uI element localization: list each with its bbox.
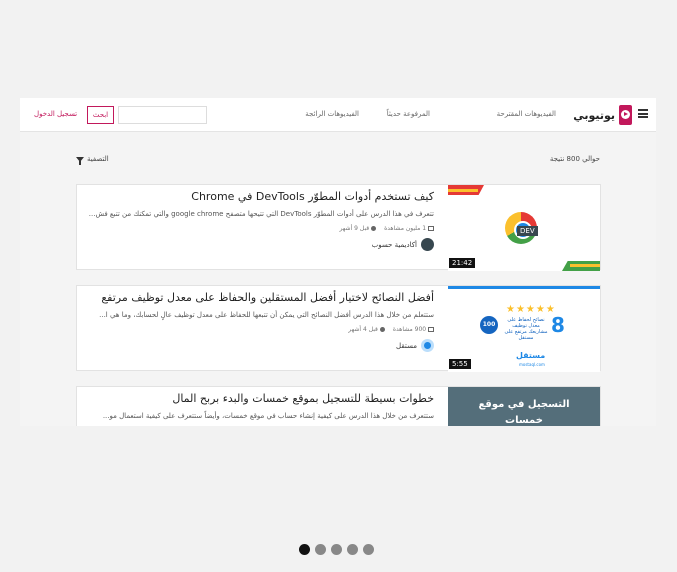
- pager-dot[interactable]: [363, 544, 374, 555]
- nav-trending-videos[interactable]: الفيديوهات الرائجة: [305, 110, 359, 118]
- mostaql-logo: مستقل: [516, 351, 546, 360]
- video-title[interactable]: كيف تستخدم أدوات المطوّر DevTools في Chr…: [83, 189, 434, 205]
- video-info: أفضل النصائح لاختيار أفضل المستقلين والح…: [83, 290, 434, 352]
- video-result-card[interactable]: ★★★★★ 100 نصائح لحفاظ على معدل توظيف مشا…: [76, 285, 601, 372]
- channel-link[interactable]: مستقل: [83, 339, 434, 352]
- hamburger-menu-icon[interactable]: [638, 109, 648, 118]
- pager-dot[interactable]: [347, 544, 358, 555]
- play-logo-icon: [619, 105, 632, 125]
- logo-text: يوتيوبي: [573, 108, 615, 122]
- mostaql-domain: mostaql.com: [519, 362, 545, 367]
- view-count: 1 مليون مشاهدة: [384, 225, 427, 232]
- nav-suggested-videos[interactable]: الفيديوهات المقترحة: [497, 110, 556, 118]
- video-title[interactable]: خطوات بسيطة للتسجيل بموقع خمسات والبدء ب…: [83, 391, 434, 407]
- video-result-card[interactable]: التسجيل في موقع خمسات خطوات بسيطة للتسجي…: [76, 386, 601, 426]
- thumb-stripe: [570, 264, 600, 267]
- video-result-card[interactable]: DEV 21:42 كيف تستخدم أدوات المطوّر DevTo…: [76, 184, 601, 271]
- thumb-caption: التسجيل في موقع: [478, 399, 570, 410]
- site-logo[interactable]: يوتيوبي: [573, 105, 632, 125]
- rating-stars-icon: ★★★★★: [506, 304, 556, 315]
- filter-toggle[interactable]: التصفية: [76, 155, 109, 165]
- view-count: 900 مشاهدة: [392, 326, 427, 333]
- video-info: خطوات بسيطة للتسجيل بموقع خمسات والبدء ب…: [83, 391, 434, 422]
- video-duration: 21:42: [449, 258, 476, 268]
- video-info: كيف تستخدم أدوات المطوّر DevTools في Chr…: [83, 189, 434, 251]
- pager-dot[interactable]: [299, 544, 310, 555]
- video-thumbnail[interactable]: التسجيل في موقع خمسات: [448, 387, 600, 426]
- filter-label: التصفية: [87, 155, 109, 163]
- views-icon: [428, 226, 434, 231]
- channel-avatar: [421, 339, 434, 352]
- app-viewport: يوتيوبي الفيديوهات المقترحة المرفوعة حدي…: [20, 98, 656, 426]
- upload-age: قبل 9 أشهر: [339, 225, 370, 232]
- video-duration: 5:55: [449, 359, 471, 369]
- channel-name: أكاديمية حسوب: [371, 240, 417, 249]
- search-button[interactable]: ابحث: [87, 106, 114, 124]
- thumb-caption: نصائح لحفاظ على معدل توظيف مشاريعك مرتفع…: [504, 317, 548, 341]
- thumb-caption: خمسات: [505, 415, 543, 426]
- dev-tag: DEV: [517, 226, 538, 236]
- thumb-stripe: [448, 189, 478, 192]
- thumb-number: 8: [551, 313, 565, 337]
- views-icon: [428, 327, 434, 332]
- video-description: ستتعلم من خلال هذا الدرس أفضل النصائح ال…: [99, 311, 434, 319]
- video-meta: 900 مشاهدة قبل 4 أشهر: [83, 326, 434, 333]
- video-thumbnail[interactable]: ★★★★★ 100 نصائح لحفاظ على معدل توظيف مشا…: [448, 286, 600, 372]
- search-input[interactable]: [118, 106, 207, 124]
- funnel-icon: [76, 156, 84, 165]
- upload-age: قبل 4 أشهر: [348, 326, 378, 333]
- nav-recently-uploaded[interactable]: المرفوعة حديثاً: [387, 110, 430, 118]
- channel-link[interactable]: أكاديمية حسوب: [83, 238, 434, 251]
- channel-name: مستقل: [396, 341, 417, 350]
- video-thumbnail[interactable]: DEV 21:42: [448, 185, 600, 271]
- login-link[interactable]: تسجيل الدخول: [34, 110, 77, 118]
- clock-icon: [379, 327, 385, 332]
- clock-icon: [371, 226, 377, 231]
- pager-dot[interactable]: [315, 544, 326, 555]
- video-description: تتعرف في هذا الدرس على أدوات المطوّر Dev…: [88, 210, 434, 218]
- video-title[interactable]: أفضل النصائح لاختيار أفضل المستقلين والح…: [83, 290, 434, 306]
- video-meta: 1 مليون مشاهدة قبل 9 أشهر: [83, 225, 434, 232]
- channel-avatar: [421, 238, 434, 251]
- pager-dot[interactable]: [331, 544, 342, 555]
- badge-100: 100: [480, 316, 498, 334]
- top-navbar: يوتيوبي الفيديوهات المقترحة المرفوعة حدي…: [20, 98, 656, 132]
- slide-pager: [299, 544, 374, 555]
- results-count: حوالي 800 نتيجة: [549, 155, 600, 163]
- video-description: ستتعرف من خلال هذا الدرس على كيفية إنشاء…: [102, 412, 434, 420]
